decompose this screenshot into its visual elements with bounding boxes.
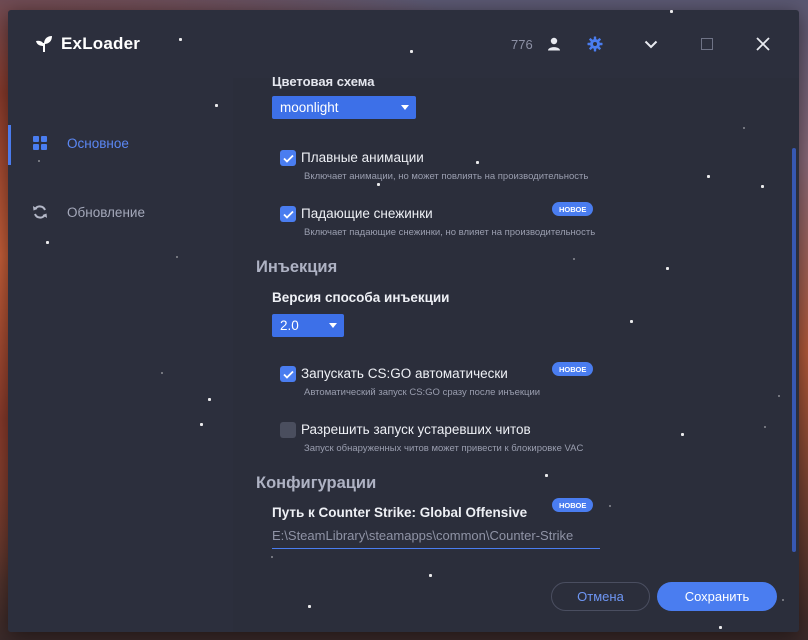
- snowflake: [179, 38, 182, 41]
- sidebar-item-label: Основное: [67, 135, 129, 151]
- checkbox-smooth-animations[interactable]: [280, 150, 296, 166]
- app-window: ExLoader 776 Основное Обновление Цветова…: [8, 10, 799, 632]
- section-configurations: Конфигурации: [256, 474, 377, 492]
- user-icon[interactable]: [544, 34, 564, 54]
- checkbox-snowflakes[interactable]: [280, 206, 296, 222]
- close-icon[interactable]: [753, 34, 773, 54]
- new-badge: НОВОЕ: [552, 498, 594, 512]
- gear-icon[interactable]: [585, 34, 605, 54]
- snowflake: [778, 395, 780, 397]
- snowflake: [200, 423, 203, 426]
- sidebar-item-update[interactable]: Обновление: [8, 194, 233, 230]
- checkmark-icon: [282, 370, 294, 379]
- snowflake: [46, 241, 49, 244]
- snowflake: [476, 161, 479, 164]
- titlebar: ExLoader 776: [8, 10, 799, 78]
- snowflake: [176, 256, 178, 258]
- snowflake: [666, 267, 669, 270]
- settings-panel: Цветовая схема moonlight Плавные анимаци…: [233, 74, 799, 632]
- option-description: Автоматический запуск CS:GO сразу после …: [304, 387, 541, 398]
- refresh-icon: [33, 205, 47, 219]
- grid-icon: [33, 136, 47, 150]
- csgo-path-input[interactable]: [272, 522, 600, 549]
- snowflake: [743, 127, 745, 129]
- option-title: Падающие снежинки: [301, 206, 433, 221]
- sidebar-item-label: Обновление: [67, 204, 145, 220]
- caret-down-icon: [329, 323, 337, 328]
- caret-down-icon: [401, 105, 409, 110]
- snowflake: [410, 50, 413, 53]
- snowflake: [573, 258, 575, 260]
- snowflake: [377, 183, 380, 186]
- option-description: Включает падающие снежинки, но влияет на…: [304, 227, 596, 238]
- snowflake: [38, 160, 40, 162]
- snowflake: [764, 426, 766, 428]
- section-injection: Инъекция: [256, 258, 338, 276]
- checkmark-icon: [282, 154, 294, 163]
- leaf-logo-icon: [36, 36, 52, 52]
- option-title: Разрешить запуск устаревших читов: [301, 422, 531, 437]
- cancel-button[interactable]: Отмена: [551, 582, 650, 611]
- injection-version-label: Версия способа инъекции: [272, 290, 450, 305]
- injection-version-select[interactable]: 2.0: [272, 314, 344, 337]
- snowflake: [782, 599, 784, 601]
- new-badge: НОВОЕ: [552, 202, 594, 216]
- checkbox-outdated-cheats[interactable]: [280, 422, 296, 438]
- snowflake: [161, 372, 163, 374]
- sidebar-item-main[interactable]: Основное: [8, 125, 233, 161]
- snowflake: [609, 505, 611, 507]
- option-title: Плавные анимации: [301, 150, 424, 165]
- color-scheme-select[interactable]: moonlight: [272, 96, 416, 119]
- sidebar: Основное Обновление: [8, 78, 233, 632]
- checkmark-icon: [282, 210, 294, 219]
- option-description: Включает анимации, но может повлиять на …: [304, 171, 589, 182]
- snowflake: [681, 433, 684, 436]
- option-description: Запуск обнаруженных читов может привести…: [304, 443, 584, 454]
- snowflake: [215, 104, 218, 107]
- snowflake: [271, 556, 273, 558]
- snowflake: [308, 605, 311, 608]
- color-scheme-value: moonlight: [280, 100, 339, 115]
- snowflake: [208, 398, 211, 401]
- injection-version-value: 2.0: [280, 318, 299, 333]
- new-badge: НОВОЕ: [552, 362, 594, 376]
- chevron-down-icon[interactable]: [641, 34, 661, 54]
- snowflake: [630, 320, 633, 323]
- option-title: Запускать CS:GO автоматически: [301, 366, 508, 381]
- checkbox-auto-launch[interactable]: [280, 366, 296, 382]
- snowflake: [761, 185, 764, 188]
- snowflake: [670, 10, 673, 13]
- scrollbar[interactable]: [792, 148, 796, 552]
- maximize-icon[interactable]: [697, 34, 717, 54]
- app-title: ExLoader: [61, 34, 141, 53]
- csgo-path-label: Путь к Counter Strike: Global Offensive: [272, 505, 528, 520]
- snowflake: [545, 474, 548, 477]
- snowflake: [429, 574, 432, 577]
- save-button[interactable]: Сохранить: [657, 582, 777, 611]
- snowflake: [707, 175, 710, 178]
- color-scheme-label: Цветовая схема: [272, 74, 375, 89]
- online-count: 776: [511, 37, 533, 52]
- snowflake: [719, 626, 722, 629]
